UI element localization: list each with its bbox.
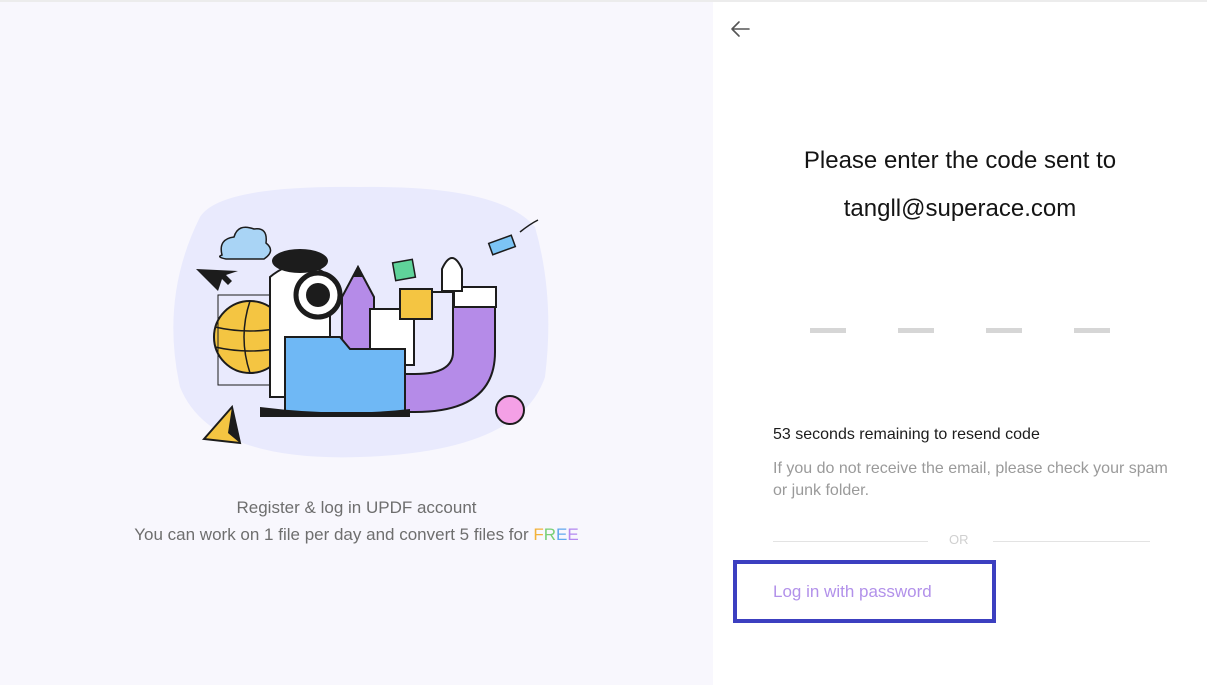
spam-hint: If you do not receive the email, please … <box>773 460 1168 499</box>
or-separator: OR <box>949 532 969 547</box>
free-letter-r: R <box>543 525 557 544</box>
code-digit-4[interactable] <box>1074 328 1110 333</box>
promo-subtitle-text: You can work on 1 file per day and conve… <box>134 525 534 544</box>
code-verification-panel: Please enter the code sent to tangll@sup… <box>713 2 1207 685</box>
login-with-password-link[interactable]: Log in with password <box>773 582 932 602</box>
verification-code-input[interactable] <box>810 328 1110 334</box>
promo-subtitle: You can work on 1 file per day and conve… <box>0 525 713 545</box>
recipient-email: tangll@superace.com <box>843 195 1077 222</box>
promo-title: Register & log in UPDF account <box>236 498 477 517</box>
free-label: FREE <box>533 525 578 544</box>
free-letter-e1: E <box>556 525 568 544</box>
code-digit-2[interactable] <box>898 328 934 333</box>
divider-right <box>993 541 1150 542</box>
left-promo-panel: Register & log in UPDF account You can w… <box>0 2 713 685</box>
arrow-left-icon <box>731 21 750 37</box>
page-title: Please enter the code sent to <box>803 147 1117 174</box>
divider-left <box>773 541 928 542</box>
code-digit-1[interactable] <box>810 328 846 333</box>
free-letter-f: F <box>533 525 544 544</box>
resend-countdown: 53 seconds remaining to resend code <box>773 426 1040 443</box>
back-button[interactable] <box>729 18 751 40</box>
free-letter-e2: E <box>567 525 579 544</box>
updf-illustration <box>173 186 549 458</box>
code-digit-3[interactable] <box>986 328 1022 333</box>
